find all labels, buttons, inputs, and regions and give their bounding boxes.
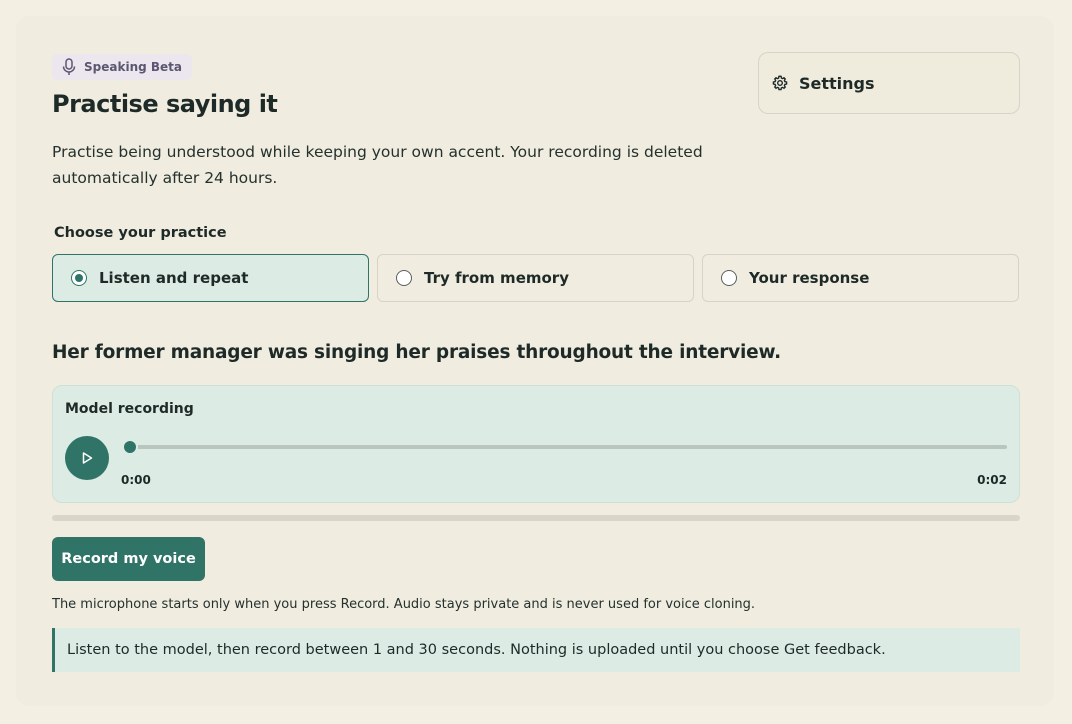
radio-unselected[interactable] (721, 270, 737, 286)
radio-unselected[interactable] (396, 270, 412, 286)
model-recording-player: Model recording 0:00 0:02 (52, 385, 1020, 503)
option-label: Listen and repeat (99, 269, 249, 287)
option-listen-and-repeat[interactable]: Listen and repeat (52, 254, 369, 302)
info-text: Listen to the model, then record between… (67, 642, 886, 658)
info-callout: Listen to the model, then record between… (52, 628, 1020, 672)
badge-label: Speaking Beta (84, 60, 182, 74)
player-label: Model recording (65, 401, 194, 417)
practice-options: Listen and repeat Try from memory Your r… (52, 254, 1019, 302)
gear-icon (772, 75, 788, 91)
recording-level-bar (52, 515, 1020, 521)
speaking-beta-badge: Speaking Beta (52, 54, 192, 80)
settings-label: Settings (799, 73, 875, 93)
settings-button[interactable]: Settings (758, 52, 1020, 114)
option-try-from-memory[interactable]: Try from memory (377, 254, 694, 302)
practice-sentence: Her former manager was singing her prais… (52, 342, 782, 363)
current-time: 0:00 (121, 473, 151, 487)
page-description: Practise being understood while keeping … (52, 143, 703, 187)
option-your-response[interactable]: Your response (702, 254, 1019, 302)
record-my-voice-button[interactable]: Record my voice (52, 537, 205, 581)
play-button[interactable] (65, 436, 109, 480)
option-label: Try from memory (424, 269, 569, 287)
microphone-note: The microphone starts only when you pres… (52, 597, 756, 612)
progress-thumb[interactable] (122, 439, 138, 455)
play-icon (80, 451, 94, 465)
radio-selected[interactable] (71, 270, 87, 286)
practice-section-label: Choose your practice (54, 225, 227, 241)
microphone-icon (62, 58, 76, 76)
duration: 0:02 (977, 473, 1007, 487)
page-title: Practise saying it (52, 90, 278, 118)
option-label: Your response (749, 269, 870, 287)
progress-track[interactable] (123, 445, 1007, 449)
